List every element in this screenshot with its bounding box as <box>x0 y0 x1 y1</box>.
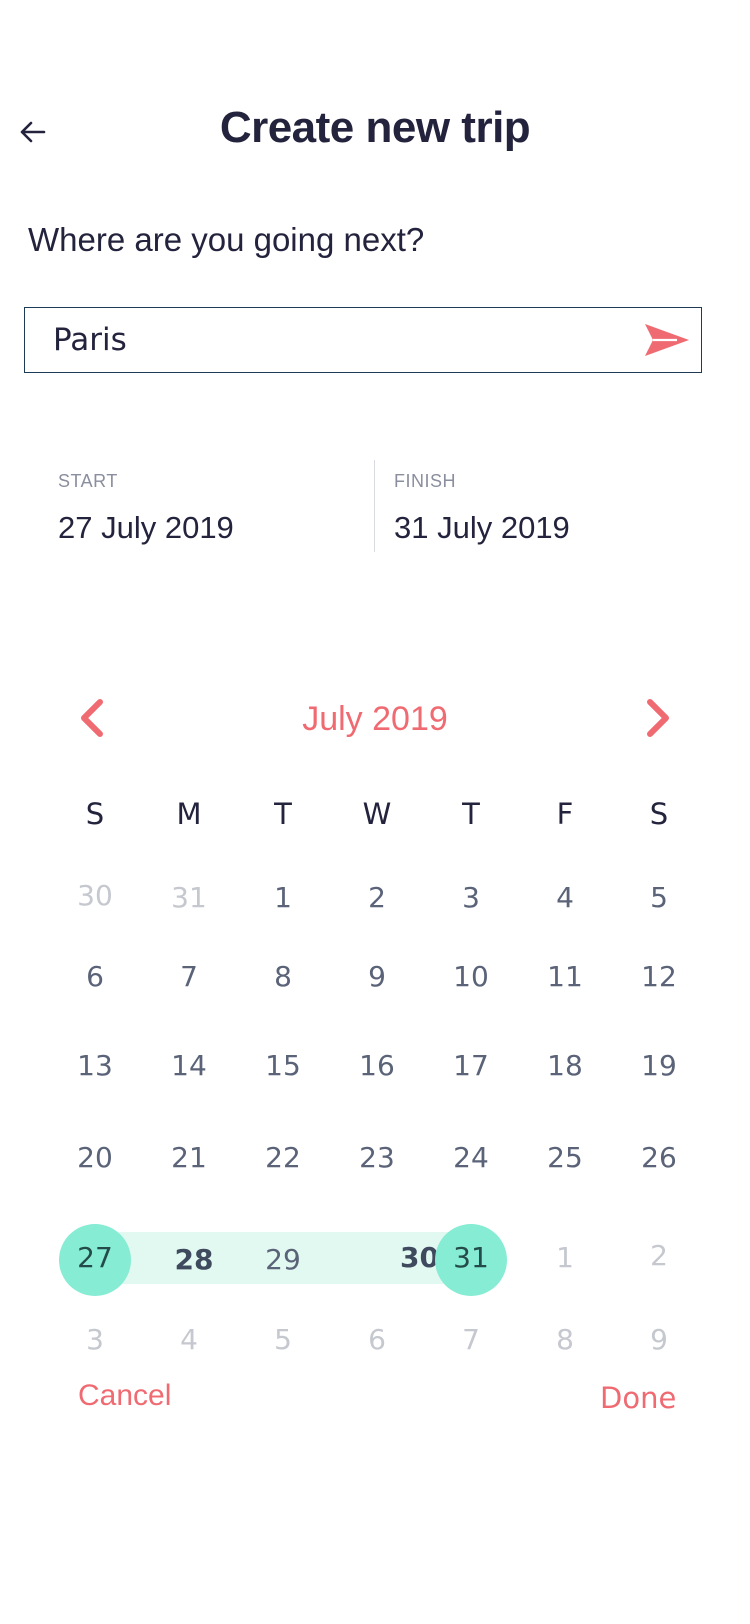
calendar-day[interactable]: 5 <box>612 860 706 940</box>
calendar-week: 13 14 15 16 17 18 19 <box>48 1014 706 1106</box>
calendar-day[interactable]: 22 <box>236 1106 330 1210</box>
weekday-label: S <box>85 797 105 831</box>
calendar-day[interactable]: 25 <box>518 1106 612 1210</box>
weekday-label: W <box>362 797 392 831</box>
calendar-day[interactable]: 18 <box>518 1014 612 1118</box>
start-date[interactable]: START 27 July 2019 <box>58 460 234 552</box>
start-date-label: START <box>58 471 118 491</box>
calendar-day[interactable]: 7 <box>142 940 236 1014</box>
calendar-day[interactable]: 1 <box>518 1220 612 1300</box>
calendar-day-range-end[interactable]: 31 <box>424 1220 518 1300</box>
calendar-day[interactable]: 4 <box>142 1296 236 1386</box>
weekday-label: T <box>462 797 480 831</box>
destination-field <box>24 307 702 373</box>
calendar-day[interactable]: 3 <box>48 1296 142 1386</box>
calendar-day[interactable]: 17 <box>424 1014 518 1118</box>
calendar-day[interactable]: 13 <box>48 1014 142 1118</box>
calendar-day-in-range[interactable]: 30 <box>330 1220 439 1300</box>
finish-date[interactable]: FINISH 31 July 2019 <box>394 460 570 552</box>
calendar-day[interactable]: 6 <box>330 1296 424 1386</box>
destination-question: Where are you going next? <box>28 221 425 258</box>
calendar-day[interactable]: 21 <box>142 1106 236 1210</box>
calendar-day[interactable]: 3 <box>424 860 518 940</box>
send-button[interactable] <box>643 320 691 360</box>
header: Create new trip <box>0 96 750 168</box>
calendar-day[interactable]: 16 <box>330 1014 424 1118</box>
finish-date-value: 31 July 2019 <box>394 510 570 545</box>
calendar-day[interactable]: 11 <box>518 940 612 1014</box>
weekday-label: F <box>556 797 574 831</box>
calendar-day[interactable]: 5 <box>236 1296 330 1386</box>
calendar-week: 20 21 22 23 24 25 26 <box>48 1106 706 1190</box>
calendar-day[interactable]: 30 <box>48 860 142 940</box>
page-title: Create new trip <box>219 103 531 152</box>
calendar-day[interactable]: 20 <box>48 1106 142 1210</box>
calendar-day[interactable]: 6 <box>48 940 142 1014</box>
calendar-day[interactable]: 23 <box>330 1106 424 1210</box>
calendar-week: 3 4 5 6 7 8 9 <box>48 1296 706 1386</box>
weekday-label: M <box>176 797 202 831</box>
calendar-day[interactable]: 1 <box>236 860 330 940</box>
calendar-day[interactable]: 4 <box>518 860 612 940</box>
calendar-day[interactable]: 12 <box>612 940 706 1014</box>
calendar-day[interactable]: 10 <box>424 940 518 1014</box>
month-navigation: July 2019 <box>0 692 750 746</box>
chevron-right-icon <box>647 699 669 737</box>
calendar-day-label: 31 <box>453 1241 489 1274</box>
weekday-header: S M T W T F S <box>48 790 706 838</box>
calendar-day[interactable]: 8 <box>236 940 330 1014</box>
calendar-day-label: 27 <box>77 1241 113 1274</box>
calendar-day-in-range[interactable]: 29 <box>236 1220 330 1300</box>
finish-date-label: FINISH <box>394 471 457 491</box>
calendar-day[interactable]: 15 <box>236 1014 330 1118</box>
calendar-grid: S M T W T F S 30 31 1 2 3 4 5 6 7 8 9 10… <box>48 790 706 1386</box>
destination-input[interactable] <box>53 308 613 371</box>
calendar-day[interactable]: 19 <box>612 1014 706 1118</box>
next-month-button[interactable] <box>636 696 680 740</box>
calendar-week: 30 31 1 2 3 4 5 <box>48 860 706 940</box>
calendar-week: 6 7 8 9 10 11 12 <box>48 940 706 1014</box>
calendar-day[interactable]: 14 <box>142 1014 236 1118</box>
weekday-label: T <box>274 797 292 831</box>
calendar-day[interactable]: 8 <box>518 1296 612 1386</box>
calendar-day[interactable]: 2 <box>612 1220 706 1300</box>
trip-dates: START 27 July 2019 FINISH 31 July 2019 <box>0 460 750 552</box>
calendar-week: 27 28 29 30 31 1 2 <box>48 1220 706 1296</box>
calendar-day[interactable]: 9 <box>612 1296 706 1386</box>
calendar-day-in-range[interactable]: 28 <box>142 1220 236 1300</box>
calendar-day[interactable]: 9 <box>330 940 424 1014</box>
calendar-day[interactable]: 31 <box>142 860 236 940</box>
date-divider <box>374 460 375 552</box>
calendar-day[interactable]: 26 <box>612 1106 706 1210</box>
weekday-label: S <box>649 797 669 831</box>
start-date-value: 27 July 2019 <box>58 510 234 545</box>
send-icon <box>645 324 689 356</box>
calendar-day[interactable]: 7 <box>424 1296 518 1386</box>
calendar-day-range-start[interactable]: 27 <box>48 1220 142 1300</box>
calendar-day[interactable]: 2 <box>330 860 424 940</box>
calendar-day[interactable]: 24 <box>424 1106 518 1210</box>
